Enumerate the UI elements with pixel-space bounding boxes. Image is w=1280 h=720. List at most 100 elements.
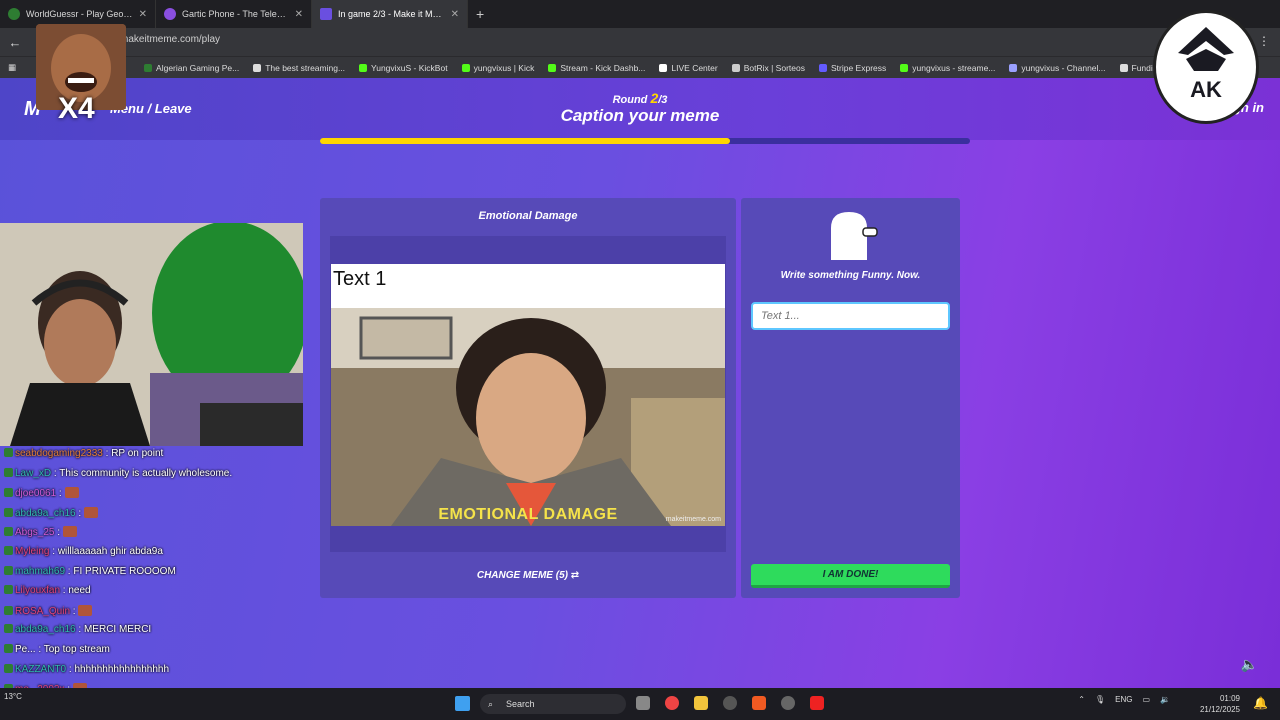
chrome-icon[interactable] xyxy=(665,696,679,710)
file-explorer-icon[interactable] xyxy=(694,696,708,710)
chat-text: hhhhhhhhhhhhhhhhh xyxy=(74,663,170,675)
meme-text-box: Text 1 xyxy=(331,264,725,308)
chat-username[interactable]: Law_xD xyxy=(15,468,51,479)
weather-temp: 13°C xyxy=(4,692,22,701)
channel-icon xyxy=(1009,63,1018,72)
chat-badge-icon xyxy=(4,488,13,498)
chat-badge-icon xyxy=(4,467,13,477)
chat-badge-icon xyxy=(4,527,13,537)
mic-icon[interactable]: 🎙 xyxy=(1095,695,1105,704)
notification-bell-icon[interactable]: 🔔 xyxy=(1253,696,1268,710)
chat-badge-icon xyxy=(4,585,13,595)
clock-date: 21/12/2025 xyxy=(1199,705,1240,714)
bookmark-icon xyxy=(144,63,153,72)
back-arrow-icon[interactable]: ← xyxy=(0,35,30,50)
bookmark[interactable]: YungvixuS - KickBot xyxy=(359,63,448,73)
tab-title: WorldGuessr - Play Geoguessr Free xyxy=(26,9,133,19)
menu-dots-icon[interactable]: ⋮ xyxy=(1258,34,1270,49)
chat-text: This community is actually wholesome. xyxy=(59,467,233,479)
bookmark[interactable]: Stream - Kick Dashb... xyxy=(548,63,645,73)
chat-message: seabdogaming2333 : RP on point xyxy=(4,448,163,459)
chat-badge-icon xyxy=(4,644,13,653)
stripe-icon xyxy=(818,63,827,72)
network-icon[interactable]: ▭ xyxy=(1142,695,1150,704)
volume-icon[interactable]: 🔉 xyxy=(1160,695,1170,704)
clock[interactable]: 01:09 21/12/2025 xyxy=(1200,693,1240,715)
bookmark[interactable]: yungvixus | Kick xyxy=(461,62,535,73)
bookmark-label: yungvixus | Kick xyxy=(473,62,535,73)
chat-username[interactable]: djoe0061 xyxy=(15,488,56,499)
meme-title: Emotional Damage xyxy=(478,210,578,222)
chat-username[interactable]: Abgs_25 xyxy=(15,527,54,538)
chat-text: willlaaaaah ghir abda9a xyxy=(57,546,163,557)
chat-username[interactable]: Lilyouxfan xyxy=(15,585,60,596)
mim-icon xyxy=(320,8,332,20)
chat-text: Top top stream xyxy=(43,644,110,655)
new-tab-button[interactable]: + xyxy=(468,6,492,22)
chat-username[interactable]: KAZZANT0 xyxy=(15,664,66,675)
chat-username[interactable]: seabdogaming2333 xyxy=(15,448,103,459)
streaming-app-icon[interactable] xyxy=(810,696,824,710)
url-field[interactable]: makeitmeme.com/play xyxy=(120,34,220,45)
bookmarks-bar: ▦ Algerian Gaming Pe... The best streami… xyxy=(0,56,1280,78)
caption-panel: Write something Funny. Now. I AM DONE! xyxy=(741,198,960,598)
chat-separator: : xyxy=(49,546,58,557)
chat-username[interactable]: mahmah69 xyxy=(15,566,65,577)
bookmark[interactable]: The best streaming... xyxy=(253,63,345,73)
chat-emote-icon xyxy=(64,487,79,499)
chat-username[interactable]: Myleing xyxy=(15,546,49,557)
language-indicator[interactable]: ENG xyxy=(1115,695,1132,704)
chat-username[interactable]: ROSA_Quin xyxy=(15,606,70,617)
bookmark[interactable]: Stripe Express xyxy=(818,63,886,73)
close-icon[interactable]: ✕ xyxy=(451,9,459,20)
caption-input[interactable] xyxy=(751,302,950,330)
chat-separator: : xyxy=(56,488,65,500)
change-meme-button[interactable]: CHANGE MEME (5) ⇄ xyxy=(320,570,736,581)
round-indicator: Round 2/3 xyxy=(0,90,1280,106)
bookmark[interactable]: yungvixus - Channel... xyxy=(1009,63,1106,73)
bookmark[interactable]: BotRix | Sorteos xyxy=(731,63,805,73)
taskbar-search[interactable]: ⌕ Search xyxy=(480,694,626,714)
caption-prompt: Write something Funny. Now. xyxy=(780,270,921,281)
timer-fill xyxy=(320,138,730,144)
app-icon[interactable] xyxy=(781,696,795,710)
apps-grid-icon[interactable]: ▦ xyxy=(8,62,16,73)
task-view-icon[interactable] xyxy=(636,696,650,710)
eagle-logo-icon: AK xyxy=(1178,27,1234,102)
windows-start-icon[interactable] xyxy=(455,696,470,711)
meme-panel: Emotional Damage Text 1 EMOTIONAL DAMAGE… xyxy=(320,198,736,598)
chat-username[interactable]: Pe... xyxy=(15,644,36,655)
tab-make-it-meme[interactable]: In game 2/3 - Make it Meme ✕ xyxy=(312,0,468,28)
speaker-icon[interactable]: 🔈 xyxy=(1241,656,1258,673)
chat-separator: : xyxy=(70,605,79,617)
tab-title: In game 2/3 - Make it Meme xyxy=(338,9,445,19)
bookmark[interactable]: LIVE Center xyxy=(659,63,718,73)
brave-icon[interactable] xyxy=(752,696,766,710)
chat-separator: : xyxy=(75,507,84,519)
chat-emote-icon xyxy=(83,506,98,518)
chat-username[interactable]: abda9a_ch16 xyxy=(15,508,76,519)
close-icon[interactable]: ✕ xyxy=(139,9,147,20)
tab-gartic-phone[interactable]: Gartic Phone - The Telephone Game ✕ xyxy=(156,0,312,28)
logo-letters: AK xyxy=(1190,77,1222,102)
chat-text: need xyxy=(68,585,91,597)
bookmark-label: The best streaming... xyxy=(265,62,346,73)
chat-message: mahmah69 : FI PRIVATE ROOOOM xyxy=(4,565,176,577)
chevron-up-icon[interactable]: ⌃ xyxy=(1078,695,1085,704)
app-icon[interactable] xyxy=(723,696,737,710)
phone-icon xyxy=(164,8,176,20)
webcam-feed xyxy=(0,223,303,446)
chat-text: FI PRIVATE ROOOOM xyxy=(73,565,176,577)
bookmark-label: Stream - Kick Dashb... xyxy=(560,62,646,73)
kick-icon xyxy=(548,63,557,72)
close-icon[interactable]: ✕ xyxy=(295,9,303,20)
chat-text: RP on point xyxy=(111,448,164,459)
clock-time: 01:09 xyxy=(1219,694,1240,703)
chat-username[interactable]: abda9a_ch16 xyxy=(15,624,76,635)
chat-separator: : xyxy=(35,644,44,655)
weather-widget[interactable]: 13°C xyxy=(4,692,22,701)
done-button[interactable]: I AM DONE! xyxy=(751,564,950,588)
bookmark[interactable]: Algerian Gaming Pe... xyxy=(144,63,239,73)
bookmark[interactable]: yungvixus - streame... xyxy=(900,63,995,73)
page-title: Caption your meme xyxy=(560,106,720,125)
